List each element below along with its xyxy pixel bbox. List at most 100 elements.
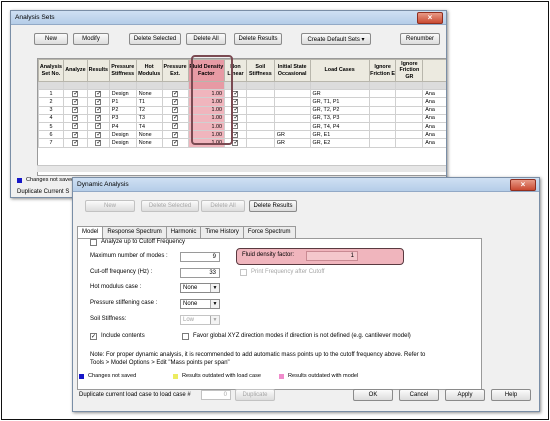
grid-checkbox[interactable]: ✓ bbox=[232, 131, 239, 138]
grid-cell[interactable]: ✓ bbox=[161, 130, 189, 140]
grid-cell[interactable] bbox=[273, 80, 311, 91]
grid-column-header[interactable]: Ignore Friction E bbox=[368, 59, 397, 82]
grid-checkbox[interactable]: ✓ bbox=[232, 123, 239, 130]
grid-cell[interactable] bbox=[395, 105, 424, 115]
grid-column-header[interactable] bbox=[422, 59, 446, 82]
grid-cell[interactable] bbox=[368, 89, 397, 99]
grid-cell[interactable]: Ana bbox=[422, 121, 446, 132]
grid-checkbox[interactable]: ✓ bbox=[172, 131, 178, 138]
grid-cell[interactable]: T2 bbox=[135, 105, 163, 115]
grid-cell[interactable]: 1 bbox=[38, 89, 64, 99]
grid-cell[interactable]: ✓ bbox=[86, 130, 110, 140]
grid-cell[interactable]: ✓ bbox=[86, 113, 110, 123]
grid-column-header[interactable]: Pressure Stiffness bbox=[108, 59, 137, 82]
grid-cell[interactable]: ✓ bbox=[62, 105, 88, 115]
grid-cell[interactable]: ✓ bbox=[62, 89, 88, 99]
grid-cell[interactable]: ✓ bbox=[86, 138, 110, 148]
grid-checkbox[interactable]: ✓ bbox=[172, 139, 178, 146]
new-button[interactable]: New bbox=[85, 200, 135, 212]
grid-checkbox[interactable]: ✓ bbox=[172, 90, 178, 97]
table-row[interactable]: 6 ✓ ✓ Design None ✓ 1.00 ✓ GR GR, E1 Ana bbox=[38, 130, 446, 140]
delete-all-button[interactable]: Delete All bbox=[186, 33, 226, 45]
grid-checkbox[interactable]: ✓ bbox=[232, 98, 239, 105]
grid-cell[interactable] bbox=[245, 80, 275, 91]
grid-cell[interactable]: GR, T4, P4 bbox=[309, 121, 370, 132]
grid-cell[interactable]: ✓ bbox=[86, 89, 110, 99]
cancel-button[interactable]: Cancel bbox=[399, 389, 439, 401]
grid-cell[interactable]: ✓ bbox=[62, 130, 88, 140]
grid-cell[interactable]: Ana bbox=[422, 138, 446, 148]
grid-cell[interactable] bbox=[245, 138, 275, 148]
grid-cell[interactable]: 5 bbox=[38, 121, 64, 132]
grid-checkbox[interactable]: ✓ bbox=[172, 107, 178, 113]
grid-cell[interactable]: T3 bbox=[135, 113, 163, 123]
grid-cell[interactable]: T4 bbox=[135, 121, 163, 132]
grid-column-header[interactable]: Load Cases bbox=[309, 59, 370, 82]
grid-cell[interactable] bbox=[245, 105, 275, 115]
grid-cell[interactable] bbox=[368, 121, 397, 132]
table-row[interactable]: 2 ✓ ✓ P1 T1 ✓ 1.00 ✓ GR, T1, P1 Ana bbox=[38, 97, 446, 107]
grid-column-header[interactable]: Soil Stiffness bbox=[245, 59, 275, 82]
grid-cell[interactable] bbox=[309, 80, 370, 91]
grid-cell[interactable] bbox=[395, 97, 424, 107]
grid-cell[interactable]: GR, T1, P1 bbox=[309, 97, 370, 107]
grid-cell[interactable] bbox=[38, 80, 64, 91]
grid-column-header[interactable]: Pressure Ext. bbox=[161, 59, 189, 82]
grid-cell[interactable]: ✓ bbox=[161, 138, 189, 148]
delete-results-button[interactable]: Delete Results bbox=[234, 33, 282, 45]
table-row[interactable]: 1 ✓ ✓ Design None ✓ 1.00 ✓ GR Ana bbox=[38, 89, 446, 99]
grid-cell[interactable] bbox=[368, 105, 397, 115]
delete-selected-button[interactable]: Delete Selected bbox=[141, 200, 199, 212]
grid-scrollbar[interactable] bbox=[37, 165, 446, 172]
grid-cell[interactable]: 3 bbox=[38, 105, 64, 115]
fluid-density-input[interactable]: 1 bbox=[306, 251, 358, 261]
grid-cell[interactable]: ✓ bbox=[161, 97, 189, 107]
hot-modulus-select[interactable]: None ▼ bbox=[180, 283, 220, 293]
grid-cell[interactable] bbox=[273, 121, 311, 132]
grid-column-header[interactable]: Analyze bbox=[62, 59, 88, 82]
grid-cell[interactable]: 2 bbox=[38, 97, 64, 107]
grid-checkbox[interactable]: ✓ bbox=[72, 98, 78, 105]
grid-cell[interactable]: None bbox=[135, 130, 163, 140]
grid-cell[interactable]: P2 bbox=[108, 105, 137, 115]
grid-column-header[interactable]: Initial State Occasional bbox=[273, 59, 311, 82]
grid-cell[interactable] bbox=[395, 121, 424, 132]
grid-cell[interactable]: GR bbox=[273, 130, 311, 140]
delete-results-button[interactable]: Delete Results bbox=[249, 200, 297, 212]
duplicate-load-case-input[interactable]: 0 bbox=[201, 390, 231, 400]
close-icon[interactable]: × bbox=[417, 11, 443, 24]
grid-checkbox[interactable]: ✓ bbox=[232, 115, 239, 122]
grid-cell[interactable]: ✓ bbox=[161, 121, 189, 132]
grid-cell[interactable] bbox=[245, 97, 275, 107]
max-modes-input[interactable]: 9 bbox=[180, 252, 220, 262]
grid-cell[interactable] bbox=[368, 97, 397, 107]
grid-cell[interactable] bbox=[395, 138, 424, 148]
grid-checkbox[interactable]: ✓ bbox=[95, 131, 101, 138]
grid-cell[interactable] bbox=[273, 89, 311, 99]
grid-cell[interactable]: T1 bbox=[135, 97, 163, 107]
tab-force-spectrum[interactable]: Force Spectrum bbox=[242, 226, 296, 238]
grid-checkbox[interactable]: ✓ bbox=[72, 139, 78, 146]
table-row[interactable]: 7 ✓ ✓ Design None ✓ 1.00 ✓ GR GR, E2 Ana bbox=[38, 138, 446, 148]
tab-response-spectrum[interactable]: Response Spectrum bbox=[102, 226, 167, 238]
grid-cell[interactable] bbox=[62, 80, 88, 91]
grid-cell[interactable]: ✓ bbox=[161, 89, 189, 99]
grid-new-row[interactable] bbox=[38, 80, 446, 91]
grid-cell[interactable]: Ana bbox=[422, 89, 446, 99]
grid-checkbox[interactable]: ✓ bbox=[172, 98, 178, 105]
include-contents-checkbox[interactable]: ✓ bbox=[90, 333, 97, 340]
grid-cell[interactable] bbox=[368, 113, 397, 123]
grid-cell[interactable]: P3 bbox=[108, 113, 137, 123]
analyze-cutoff-checkbox[interactable] bbox=[90, 239, 97, 246]
grid-checkbox[interactable]: ✓ bbox=[232, 107, 239, 113]
grid-checkbox[interactable]: ✓ bbox=[232, 139, 239, 146]
grid-cell[interactable]: 6 bbox=[38, 130, 64, 140]
grid-cell[interactable]: None bbox=[135, 89, 163, 99]
modify-button[interactable]: Modify bbox=[73, 33, 109, 45]
print-frequency-checkbox[interactable] bbox=[240, 269, 247, 276]
grid-cell[interactable]: ✓ bbox=[86, 97, 110, 107]
grid-checkbox[interactable]: ✓ bbox=[95, 115, 101, 122]
grid-cell[interactable]: GR, E1 bbox=[309, 130, 370, 140]
create-default-sets-button[interactable]: Create Default Sets ▾ bbox=[301, 33, 371, 45]
grid-checkbox[interactable]: ✓ bbox=[72, 131, 78, 138]
